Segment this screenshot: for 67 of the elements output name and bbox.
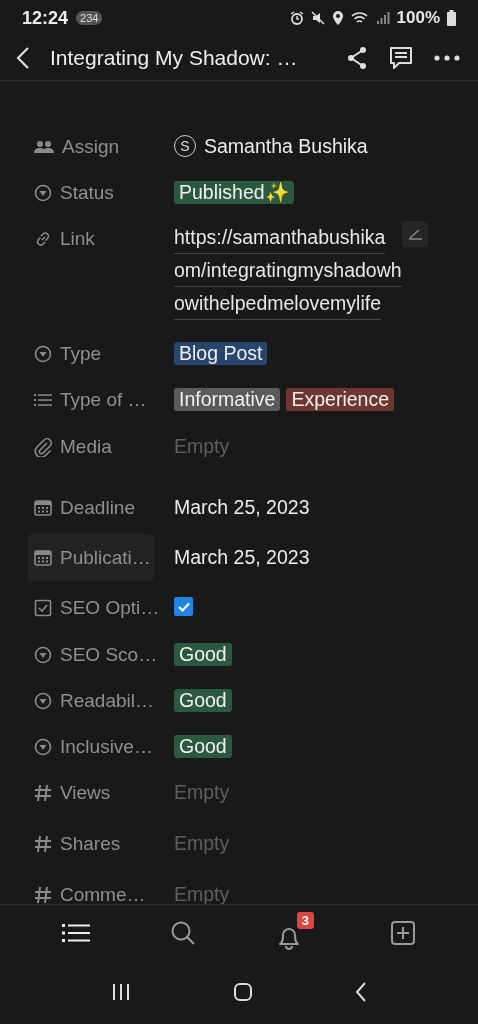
person-name[interactable]: Samantha Bushika [204,135,368,157]
tag: Good [174,643,232,666]
wifi-icon [350,11,369,25]
battery-percent: 100% [396,8,440,28]
url-link[interactable]: owithelpedmelovemylife [174,287,382,320]
checkbox[interactable] [174,597,193,616]
date-value[interactable]: March 25, 2023 [174,546,310,568]
page-title: Integrating My Shadow: … [50,46,299,70]
list-icon [34,391,52,408]
date-value[interactable]: March 25, 2023 [174,496,310,518]
alarm-icon [289,11,304,25]
hash-icon [34,834,52,853]
checkbox-icon [34,598,52,617]
checkmark-icon [176,600,191,613]
hash-icon [34,885,52,904]
share-icon [346,46,368,70]
url-link[interactable]: https://samanthabushika [174,221,386,254]
people-icon [34,139,54,154]
tag: Good [174,689,232,712]
notification-count-badge: 234 [76,11,103,25]
mute-icon [310,11,325,25]
property-label[interactable]: Assign [28,123,154,159]
plus-square-icon [390,919,416,946]
dropdown-circle-icon [34,183,52,202]
property-label[interactable]: Media [28,423,154,459]
notifications-tab[interactable]: 3 [272,911,314,954]
property-label[interactable]: Type of … [28,376,154,412]
url-link[interactable]: om/integratingmyshadowh [174,254,402,287]
location-icon [331,11,344,25]
calendar-icon [34,499,52,516]
home-icon [233,982,253,1002]
tag: Good [174,735,232,758]
tag: Published✨ [174,181,294,204]
list-icon [62,921,90,944]
property-label[interactable]: Link [28,215,154,251]
clock-time: 12:24 [22,7,69,29]
back-icon [355,982,367,1002]
property-label[interactable]: Type [28,330,154,366]
property-label[interactable]: Shares [28,820,154,856]
tag: Blog Post [174,342,268,365]
recent-apps-icon [111,983,131,1001]
dropdown-circle-icon [34,737,52,756]
property-label[interactable]: Inclusive… [28,723,154,759]
tag: Experience [286,388,394,411]
property-label[interactable]: Publicati… [28,534,154,581]
calendar-icon [34,549,52,566]
property-label[interactable]: Views [28,769,154,805]
search-icon [170,919,196,946]
notification-badge: 3 [296,911,314,929]
more-icon [434,54,460,62]
signal-icon [375,11,390,25]
hash-icon [34,783,52,802]
property-label[interactable]: Readabil… [28,677,154,713]
pencil-icon [407,228,423,240]
link-icon [34,229,52,248]
battery-icon [447,10,456,26]
edit-button[interactable] [402,221,428,247]
property-label[interactable]: SEO Sco… [28,631,154,667]
property-label[interactable]: Deadline [28,484,154,520]
dropdown-circle-icon [34,645,52,664]
property-label[interactable]: Status [28,169,154,205]
tag: Informative [174,388,281,411]
comment-icon [388,45,414,71]
property-label[interactable]: Comme… [28,871,154,904]
paperclip-icon [34,436,52,457]
dropdown-circle-icon [34,344,52,363]
dropdown-circle-icon [34,691,52,710]
